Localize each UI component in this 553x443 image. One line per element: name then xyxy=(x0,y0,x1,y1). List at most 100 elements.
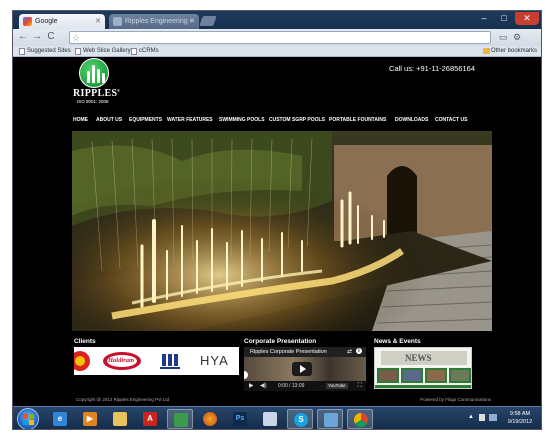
reload-icon[interactable]: C xyxy=(45,31,57,43)
internet-explorer-icon: e xyxy=(53,412,67,426)
tab-title: Google xyxy=(35,18,58,25)
page-icon xyxy=(131,48,137,55)
nav-swimming-pools[interactable]: SWIMMING POOLS xyxy=(219,117,265,123)
info-icon[interactable]: i xyxy=(356,348,362,354)
taskbar-skype[interactable]: S xyxy=(287,409,313,429)
volume-icon[interactable]: ◀) xyxy=(260,381,267,391)
logo-jet xyxy=(97,69,100,83)
back-arrow-icon[interactable]: ← xyxy=(17,31,29,43)
taskbar-media-player[interactable]: ▶ xyxy=(77,409,103,429)
blue-figures-logo-icon xyxy=(160,354,180,369)
taskbar-photoshop[interactable]: Ps xyxy=(227,409,253,429)
photoshop-icon: Ps xyxy=(233,412,247,426)
news-events-heading: News & Events xyxy=(374,338,421,345)
taskbar-pdf[interactable]: A xyxy=(137,409,163,429)
clients-carousel[interactable]: Haldiram HYA xyxy=(74,347,239,375)
youtube-video-embed[interactable]: Ripples Corporate Presentation ⇄ i ▶ ◀) … xyxy=(244,347,366,391)
page-menu-icon[interactable]: ▭ xyxy=(499,31,508,43)
tab-ripples[interactable]: Ripples Engineering - Pag ✕ xyxy=(109,14,199,40)
bookmark-label: Other bookmarks xyxy=(490,48,537,54)
forward-arrow-icon[interactable]: → xyxy=(31,31,43,43)
screenshot-frame: Google ✕ Ripples Engineering - Pag ✕ – □… xyxy=(0,0,553,443)
bookmark-web-slice-gallery[interactable]: Web Slice Gallery xyxy=(75,46,131,57)
firefox-icon xyxy=(203,412,217,426)
youtube-logo[interactable]: YouTube xyxy=(326,383,348,389)
pdf-icon: A xyxy=(143,412,157,426)
nav-home[interactable]: HOME xyxy=(73,117,88,123)
play-icon[interactable]: ▶ xyxy=(249,381,254,391)
taskbar-notepad[interactable] xyxy=(167,409,193,429)
video-time: 0:00 / 13:09 xyxy=(278,383,305,389)
minimize-button[interactable]: – xyxy=(475,12,493,25)
share-icon[interactable]: ⇄ xyxy=(347,348,352,355)
action-center-flag-icon[interactable] xyxy=(479,414,485,421)
nav-about-us[interactable]: ABOUT US xyxy=(96,117,122,123)
webpage: RIPPLES ® ISO 9001: 2008 Call us: +91-11… xyxy=(13,57,541,406)
nav-contact-us[interactable]: CONTACT US xyxy=(435,117,467,123)
tab-close-icon[interactable]: ✕ xyxy=(95,14,101,29)
windows-taskbar: e ▶ A Ps S ▲ 9:58 AM 9/19/2012 xyxy=(13,406,541,429)
start-button[interactable] xyxy=(17,408,39,429)
system-clock[interactable]: 9:58 AM 9/19/2012 xyxy=(501,410,539,426)
powered-by-link[interactable]: Powered by Flags Communications xyxy=(420,397,491,402)
client-logo-partial xyxy=(74,351,94,371)
maximize-button[interactable]: □ xyxy=(495,12,513,25)
nav-water-features[interactable]: WATER FEATURES xyxy=(167,117,213,123)
taskbar-outlook[interactable] xyxy=(317,409,343,429)
taskbar-explorer[interactable] xyxy=(107,409,133,429)
windows-logo-icon xyxy=(29,414,34,419)
client-logo-blue xyxy=(156,351,186,371)
taskbar-ie[interactable]: e xyxy=(47,409,73,429)
bookmark-label: cCRMs xyxy=(139,48,159,54)
close-window-button[interactable]: ✕ xyxy=(515,12,539,25)
fountain-logo-icon xyxy=(79,58,109,88)
taskbar-firefox[interactable] xyxy=(197,409,223,429)
fullscreen-icon[interactable]: ⛶ xyxy=(358,381,362,391)
main-navigation: HOME ABOUT US EQUIPMENTS WATER FEATURES … xyxy=(73,117,513,127)
news-events-image[interactable]: NEWS xyxy=(374,347,472,389)
svg-text:NEWS: NEWS xyxy=(405,353,432,363)
play-button[interactable] xyxy=(292,362,312,376)
tab-close-icon[interactable]: ✕ xyxy=(189,14,195,29)
window-icon xyxy=(324,413,338,427)
bookmark-ccrms[interactable]: cCRMs xyxy=(131,46,159,57)
bookmark-suggested-sites[interactable]: Suggested Sites xyxy=(19,46,71,57)
wrench-icon[interactable]: ⚙ xyxy=(513,31,521,43)
star-icon[interactable]: ☆ xyxy=(72,32,80,44)
other-bookmarks[interactable]: Other bookmarks xyxy=(482,46,537,57)
bookmark-label: Suggested Sites xyxy=(27,48,71,54)
red-circle-logo-icon xyxy=(74,351,90,371)
client-logo-haldiram: Haldiram xyxy=(102,351,142,371)
tab-google[interactable]: Google ✕ xyxy=(19,14,105,29)
address-bar[interactable]: ☆ xyxy=(69,31,491,44)
page-favicon-icon xyxy=(113,17,122,26)
webpage-content: RIPPLES ® ISO 9001: 2008 Call us: +91-11… xyxy=(45,57,511,406)
nav-equipments[interactable]: EQUIPMENTS xyxy=(129,117,162,123)
corporate-presentation-heading: Corporate Presentation xyxy=(244,338,317,345)
new-tab-button[interactable] xyxy=(199,16,217,26)
nav-portable-fountains[interactable]: PORTABLE FOUNTAINS xyxy=(329,117,386,123)
clock-time: 9:58 AM xyxy=(509,411,531,417)
logo-jet xyxy=(87,71,90,83)
taskbar-chrome[interactable] xyxy=(347,409,373,429)
video-title: Ripples Corporate Presentation xyxy=(250,349,327,355)
folder-icon xyxy=(113,412,127,426)
logo-registered-mark: ® xyxy=(117,88,120,93)
taskbar-files[interactable] xyxy=(257,409,283,429)
green-app-icon xyxy=(174,413,188,427)
browser-tab-bar: Google ✕ Ripples Engineering - Pag ✕ – □… xyxy=(13,11,541,40)
hero-fountain-image xyxy=(72,131,492,331)
nav-custom-sgrp-pools[interactable]: CUSTOM SGRP POOLS xyxy=(269,117,325,123)
chrome-icon xyxy=(354,413,368,427)
ripples-logo[interactable]: RIPPLES ® ISO 9001: 2008 xyxy=(73,58,120,104)
show-hidden-icons[interactable]: ▲ xyxy=(468,414,474,420)
windows-logo-icon xyxy=(23,414,28,419)
newspaper-collage-icon: NEWS xyxy=(375,348,471,388)
logo-iso-text: ISO 9001: 2008 xyxy=(77,99,109,104)
network-icon[interactable] xyxy=(489,414,497,421)
nav-downloads[interactable]: DOWNLOADS xyxy=(395,117,428,123)
video-control-bar: ▶ ◀) 0:00 / 13:09 YouTube ⛶ xyxy=(244,381,366,391)
windows-logo-icon xyxy=(23,420,28,425)
logo-jet xyxy=(92,65,95,83)
media-player-icon: ▶ xyxy=(83,412,97,426)
